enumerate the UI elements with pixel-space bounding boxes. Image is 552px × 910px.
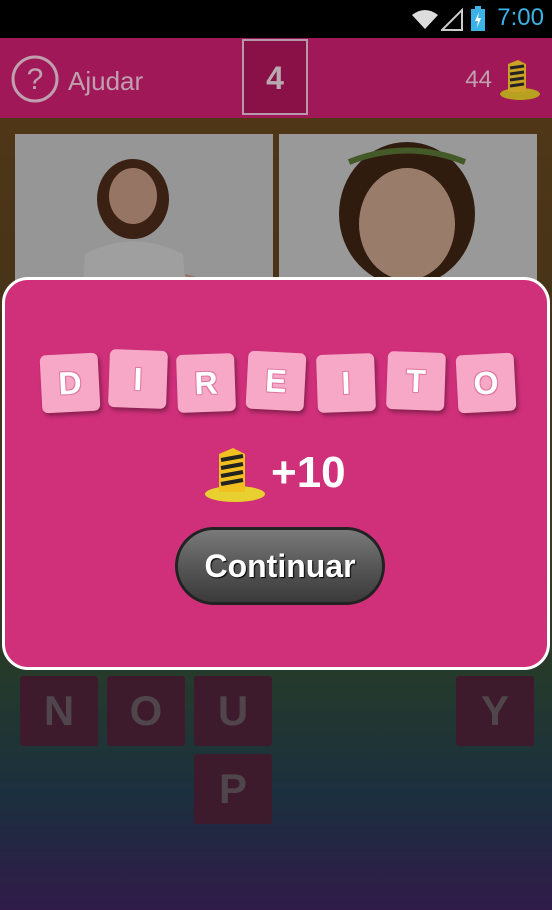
answer-letter-tile: I — [316, 353, 376, 413]
clock: 7:00 — [497, 4, 544, 31]
status-bar: 7:00 — [0, 0, 552, 38]
help-icon[interactable]: ? — [10, 54, 60, 104]
answer-letter-tile: O — [455, 352, 517, 414]
coins-icon — [205, 448, 265, 502]
reward-amount: +10 — [271, 448, 346, 497]
top-bar: ? Ajudar 4 44 — [0, 38, 552, 118]
answer-letter-tile: T — [386, 351, 446, 411]
signal-icon — [441, 7, 463, 31]
success-dialog: D I R E I T O +10 Continuar — [2, 277, 550, 670]
coins-icon — [500, 60, 540, 100]
continue-button[interactable]: Continuar — [175, 527, 385, 605]
reward: +10 — [201, 440, 401, 510]
answer-letter-tile: E — [245, 350, 307, 412]
svg-text:?: ? — [27, 63, 44, 96]
wifi-icon — [412, 10, 438, 29]
answer-letter-tile: D — [39, 352, 101, 414]
battery-icon — [471, 6, 485, 31]
answer-letter-tile: R — [176, 353, 236, 413]
answer-letter-tile: I — [108, 349, 168, 409]
coins-count: 44 — [465, 66, 492, 93]
level-indicator: 4 — [242, 39, 308, 115]
answer-word: D I R E I T O — [39, 346, 521, 416]
help-label[interactable]: Ajudar — [68, 66, 143, 97]
